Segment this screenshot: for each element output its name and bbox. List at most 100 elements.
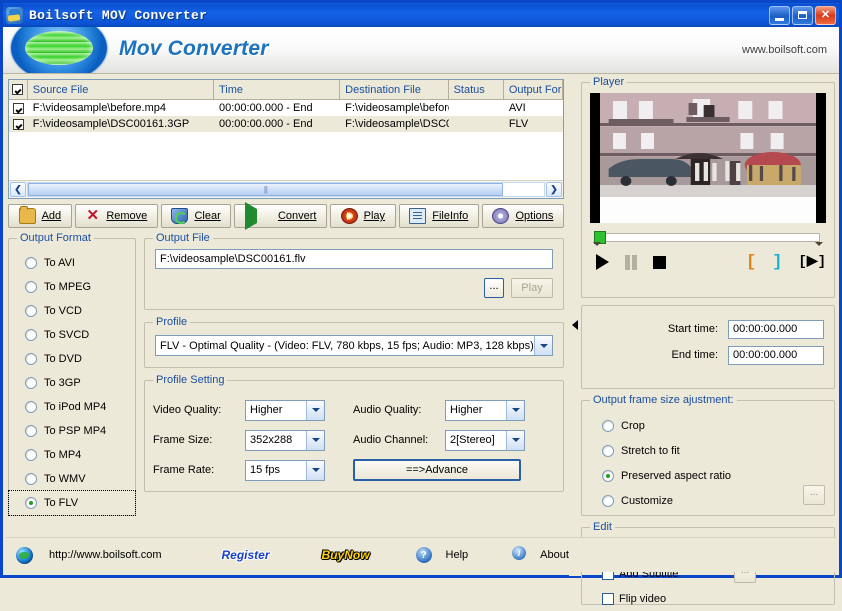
radio-to-svcd[interactable]: To SVCD <box>9 323 135 347</box>
pause-icon[interactable] <box>625 255 637 270</box>
chevron-left-icon[interactable]: ❮ <box>10 182 26 197</box>
about-link[interactable]: About <box>540 549 569 561</box>
checkbox-flip-video-row[interactable]: Flip video <box>582 586 834 611</box>
audio-channel-select[interactable]: 2[Stereo] <box>445 430 525 451</box>
radio-to-mpeg[interactable]: To MPEG <box>9 275 135 299</box>
row-checkbox-cell[interactable] <box>9 119 28 130</box>
radio-label: Crop <box>620 420 646 432</box>
row-checkbox[interactable] <box>13 119 24 130</box>
radio-to-3gp[interactable]: To 3GP <box>9 371 135 395</box>
clear-button[interactable]: Clear <box>161 204 231 228</box>
add-button[interactable]: Add <box>8 204 72 228</box>
frame-rate-select[interactable]: 15 fps <box>245 460 325 481</box>
radio-dot <box>602 420 614 432</box>
frame-size-select[interactable]: 352x288 <box>245 430 325 451</box>
column-time[interactable]: Time <box>214 80 340 99</box>
row-checkbox[interactable] <box>13 103 24 114</box>
browse-button[interactable]: ... <box>484 278 504 298</box>
preview-segment-icon[interactable]: [▶] <box>798 254 826 271</box>
fileinfo-button[interactable]: FileInfo <box>399 204 479 228</box>
radio-to-wmv[interactable]: To WMV <box>9 467 135 491</box>
radio-to-psp-mp4[interactable]: To PSP MP4 <box>9 419 135 443</box>
settings-area: Output Format To AVI To MPEG To VCD To S… <box>8 238 564 516</box>
preview-play-button[interactable]: Play <box>511 278 553 298</box>
file-list[interactable]: Source File Time Destination File Status… <box>8 79 564 199</box>
radio-dot <box>25 425 37 437</box>
column-destination-file[interactable]: Destination File <box>340 80 448 99</box>
gear-icon <box>492 208 509 224</box>
buynow-link[interactable]: BuyNow <box>322 548 370 562</box>
radio-dot <box>25 401 37 413</box>
radio-to-ipod-mp4[interactable]: To iPod MP4 <box>9 395 135 419</box>
close-button[interactable]: ✕ <box>815 6 836 25</box>
scrollbar-thumb[interactable]: ||| <box>28 183 503 196</box>
video-quality-select[interactable]: Higher <box>245 400 325 421</box>
audio-quality-select[interactable]: Higher <box>445 400 525 421</box>
flip-video-checkbox[interactable] <box>602 593 614 605</box>
radio-label: Preserved aspect ratio <box>620 470 732 482</box>
play-green-icon <box>245 202 272 230</box>
stop-icon[interactable] <box>653 256 666 269</box>
output-file-input[interactable]: F:\videosample\DSC00161.flv <box>155 249 553 269</box>
column-output-format[interactable]: Output For <box>504 80 563 99</box>
info-icon[interactable] <box>512 546 526 564</box>
frame-size-row: Frame Size: 352x288 <box>153 425 353 455</box>
play-button[interactable]: Play <box>330 204 396 228</box>
column-select-all[interactable] <box>9 80 28 99</box>
table-row[interactable]: F:\videosample\before.mp4 00:00:00.000 -… <box>9 100 563 116</box>
radio-to-dvd[interactable]: To DVD <box>9 347 135 371</box>
seek-bar[interactable] <box>590 231 826 243</box>
options-button[interactable]: Options <box>482 204 564 228</box>
end-time-input[interactable]: 00:00:00.000 <box>728 346 824 365</box>
select-all-checkbox[interactable] <box>12 84 23 95</box>
file-list-horizontal-scrollbar[interactable]: ❮ ||| ❯ <box>9 180 563 198</box>
start-time-input[interactable]: 00:00:00.000 <box>728 320 824 339</box>
radio-to-vcd[interactable]: To VCD <box>9 299 135 323</box>
row-checkbox-cell[interactable] <box>9 103 28 114</box>
chevron-right-icon[interactable]: ❯ <box>546 182 562 197</box>
profile-group: Profile FLV - Optimal Quality - (Video: … <box>144 322 564 368</box>
radio-stretch-to-fit[interactable]: Stretch to fit <box>582 438 834 463</box>
website-link[interactable]: http://www.boilsoft.com <box>49 549 162 561</box>
chevron-down-icon[interactable] <box>306 431 324 450</box>
maximize-button[interactable] <box>792 6 813 25</box>
chevron-down-icon[interactable] <box>306 461 324 480</box>
scrollbar-track[interactable]: ||| <box>27 182 545 197</box>
panel-collapse-handle[interactable] <box>569 74 581 576</box>
table-row[interactable]: F:\videosample\DSC00161.3GP 00:00:00.000… <box>9 116 563 132</box>
chevron-down-icon[interactable] <box>534 336 552 355</box>
mark-start-bracket-icon[interactable]: [ <box>746 254 756 271</box>
video-quality-value: Higher <box>246 404 306 416</box>
radio-to-avi[interactable]: To AVI <box>9 251 135 275</box>
radio-to-flv[interactable]: To FLV <box>9 491 135 515</box>
radio-crop[interactable]: Crop <box>582 413 834 438</box>
radio-to-mp4[interactable]: To MP4 <box>9 443 135 467</box>
convert-button[interactable]: Convert <box>234 204 327 228</box>
column-status[interactable]: Status <box>449 80 504 99</box>
chevron-down-icon[interactable] <box>506 401 524 420</box>
remove-button-label: Remove <box>106 210 147 222</box>
play-icon[interactable] <box>596 254 609 270</box>
document-icon <box>409 208 426 224</box>
seek-track[interactable] <box>596 233 820 242</box>
radio-preserved-aspect-ratio[interactable]: Preserved aspect ratio <box>582 463 834 488</box>
profile-select[interactable]: FLV - Optimal Quality - (Video: FLV, 780… <box>155 335 553 356</box>
radio-customize[interactable]: Customize <box>582 488 834 513</box>
cell-destination-file: F:\videosample\DSC001 <box>340 118 448 130</box>
column-source-file[interactable]: Source File <box>28 80 214 99</box>
chevron-down-icon[interactable] <box>506 431 524 450</box>
chevron-down-icon[interactable] <box>306 401 324 420</box>
customize-settings-button[interactable]: ... <box>803 485 825 505</box>
window-title: Boilsoft MOV Converter <box>29 8 769 23</box>
radio-label: Stretch to fit <box>620 445 681 457</box>
output-file-actions: ... Play <box>155 278 553 298</box>
advance-button[interactable]: ==>Advance <box>353 459 521 481</box>
banner-website: www.boilsoft.com <box>742 44 827 56</box>
minimize-button[interactable] <box>769 6 790 25</box>
mark-end-bracket-icon[interactable]: ] <box>772 254 782 271</box>
video-preview[interactable] <box>590 93 826 223</box>
remove-button[interactable]: ✕ Remove <box>75 204 158 228</box>
register-link[interactable]: Register <box>222 548 270 562</box>
help-link[interactable]: Help <box>446 549 469 561</box>
question-mark-icon[interactable]: ? <box>416 547 432 563</box>
